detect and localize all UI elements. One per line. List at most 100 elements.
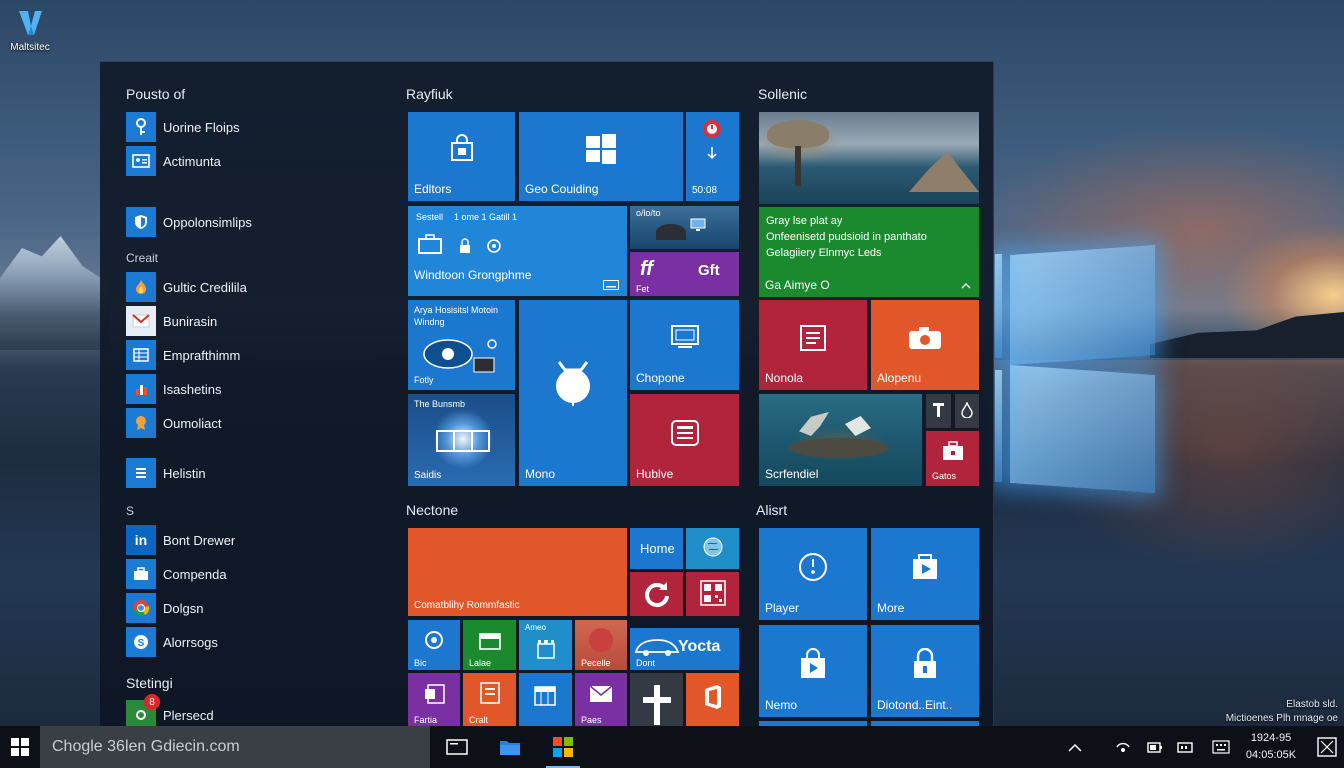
tile-app-studio[interactable]: Arya Hosisitsl Motoin Windng Fotly xyxy=(408,300,515,390)
tile-small-alarm[interactable]: 50:08 xyxy=(686,112,739,201)
battery-icon[interactable] xyxy=(1146,738,1164,756)
app-item-label: Alorrsogs xyxy=(163,634,218,650)
tile-header-text: 1 ome 1 Gatill 1 xyxy=(454,212,518,222)
tile-nemo[interactable]: Nemo xyxy=(759,625,867,717)
table-icon xyxy=(126,340,156,370)
notepad-icon xyxy=(800,324,826,351)
tile-ameo[interactable]: Ameo xyxy=(519,620,572,670)
tile-more[interactable]: More xyxy=(871,528,979,620)
tile-player[interactable]: Player xyxy=(759,528,867,620)
tile-screndiel[interactable]: Scrfendiel xyxy=(759,394,922,486)
tile-editors[interactable]: Edltors xyxy=(408,112,515,201)
app-item-dolgsn[interactable]: Dolgsn xyxy=(126,593,366,623)
tile-weather-news[interactable]: Gray lse plat ay Onfeenisetd pudsioid in… xyxy=(759,207,979,297)
tile-pecelle[interactable]: Pecelle xyxy=(575,620,627,670)
app-item-alorrsogs[interactable]: S Alorrsogs xyxy=(126,627,366,657)
tile-nonola[interactable]: Nonola xyxy=(759,300,867,390)
tile-label: Paes xyxy=(581,715,602,725)
tile-qr[interactable] xyxy=(686,572,739,616)
app-item-compenda[interactable]: Compenda xyxy=(126,559,366,589)
tile-diotond[interactable]: Diotond..Eint.. xyxy=(871,625,979,717)
keyboard-icon[interactable] xyxy=(1212,738,1230,756)
tile-chopone[interactable]: Chopone xyxy=(630,300,739,390)
app-list-section-header: Pousto of xyxy=(126,86,186,102)
drop-icon xyxy=(961,402,973,418)
tile-yocta[interactable]: Yocta Dont xyxy=(630,628,739,670)
app-item-gultic-credilila[interactable]: Gultic Credilila xyxy=(126,272,366,302)
network-icon[interactable] xyxy=(1114,738,1132,756)
tile-lalae[interactable]: Lalae xyxy=(463,620,516,670)
camera-icon xyxy=(909,326,941,349)
app-item-emprafthimm[interactable]: Emprafthimm xyxy=(126,340,366,370)
chrome-icon xyxy=(126,593,156,623)
tile-community[interactable]: Comatblihy Rommfastic xyxy=(408,528,627,616)
onenote-icon xyxy=(425,684,445,704)
id-card-icon xyxy=(126,146,156,176)
action-center-button[interactable] xyxy=(1316,736,1338,758)
folder-icon xyxy=(500,741,520,755)
tile-alopenu[interactable]: Alopenu xyxy=(871,300,979,390)
tile-header-text: Ameo xyxy=(525,623,546,632)
app-item-uorine-floips[interactable]: Uorine Floips xyxy=(126,112,366,142)
mail-icon xyxy=(589,685,613,702)
tile-fartia[interactable]: Fartia xyxy=(408,673,460,727)
taskbar-store[interactable] xyxy=(540,726,586,768)
qr-code-icon xyxy=(700,580,726,606)
tile-cross[interactable] xyxy=(630,673,683,727)
music-icon xyxy=(425,631,443,649)
tile-window-groups[interactable]: Sestell 1 ome 1 Gatill 1 Windtoon Grongp… xyxy=(408,206,627,296)
chevron-up-icon[interactable] xyxy=(1066,738,1084,756)
tile-globe[interactable] xyxy=(686,528,739,569)
tile-geo-couiding[interactable]: Geo Couiding xyxy=(519,112,683,201)
app-item-bont-drewer[interactable]: in Bont Drewer xyxy=(126,525,366,555)
flame-icon xyxy=(126,272,156,302)
list-icon xyxy=(126,458,156,488)
tile-mono[interactable]: Mono xyxy=(519,300,627,486)
app-item-label: Oumoliact xyxy=(163,415,222,431)
app-item-oumoliact[interactable]: Oumoliact xyxy=(126,408,366,438)
app-item-oppolonsimlips[interactable]: Oppolonsimlips xyxy=(126,207,366,237)
tile-mini-b[interactable] xyxy=(955,394,979,428)
tile-gift[interactable]: ff Gft Fet xyxy=(630,252,739,296)
tile-label: Player xyxy=(765,601,800,615)
tile-hublive[interactable]: Hublve xyxy=(630,394,739,486)
tile-gatios[interactable]: Gatos xyxy=(926,431,979,486)
start-button[interactable] xyxy=(0,726,40,768)
tile-header-text: o/lo/to xyxy=(636,208,661,218)
store-icon xyxy=(553,737,573,757)
taskbar-clock[interactable]: 1924-95 04:05:05K xyxy=(1238,730,1304,764)
tile-label: Mono xyxy=(525,467,556,481)
tile-video[interactable]: o/lo/to xyxy=(630,206,739,249)
linkedin-icon: in xyxy=(126,525,156,555)
desktop-watermark-text: Elastob sld. Mictioenes Plh mnage oe xyxy=(1225,699,1338,724)
svg-text:S: S xyxy=(138,638,145,649)
desktop-shortcut-label: Maltsitec xyxy=(10,42,50,53)
tile-calendar[interactable] xyxy=(519,673,572,727)
search-placeholder: Chogle 36len Gdiecin.com xyxy=(52,738,240,755)
tile-photo-sea[interactable] xyxy=(759,112,979,204)
tile-header-text: Windng xyxy=(414,317,445,327)
tile-mini-a[interactable] xyxy=(926,394,951,428)
tile-office[interactable] xyxy=(686,673,739,727)
chart-icon xyxy=(126,374,156,404)
tile-the-storm[interactable]: The Bunsmb Saidis xyxy=(408,394,515,486)
tile-bic[interactable]: Bic xyxy=(408,620,460,670)
lock-icon xyxy=(460,238,470,253)
app-item-bunirasin[interactable]: Bunirasin xyxy=(126,306,366,336)
tile-home[interactable]: Home xyxy=(630,528,683,569)
app-item-helistin[interactable]: Helistin xyxy=(126,458,366,488)
tile-header-text: Arya Hosisitsl Motoin xyxy=(414,305,499,315)
tile-cralt[interactable]: Cralt xyxy=(463,673,516,727)
tile-paes[interactable]: Paes xyxy=(575,673,627,727)
desktop-shortcut[interactable]: Maltsitec xyxy=(4,8,56,64)
store-bag-icon xyxy=(450,134,473,162)
app-item-isashetins[interactable]: Isashetins xyxy=(126,374,366,404)
app-item-actimunta[interactable]: Actimunta xyxy=(126,146,366,176)
app-list-letter-header: Creait xyxy=(126,251,159,265)
volume-icon[interactable] xyxy=(1177,738,1195,756)
search-input[interactable]: Chogle 36len Gdiecin.com xyxy=(40,726,430,768)
keyboard-icon xyxy=(603,280,619,290)
tile-refresh[interactable] xyxy=(630,572,683,616)
taskbar-task-view[interactable] xyxy=(434,726,480,768)
taskbar-file-explorer[interactable] xyxy=(487,726,533,768)
